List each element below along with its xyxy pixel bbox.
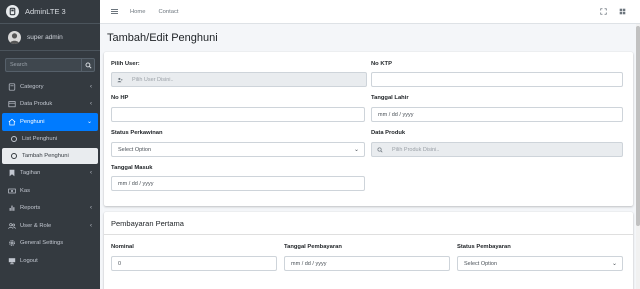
sidebar: AdminLTE 3 super admin Category ‹ Data P…: [0, 0, 100, 289]
data-produk-placeholder: Pilih Produk Disini..: [392, 146, 440, 153]
chevron-left-icon: ‹: [90, 222, 92, 229]
status-pembayaran-value: Select Option: [464, 260, 498, 267]
sidebar-item-tagihan[interactable]: Tagihan ‹: [2, 165, 98, 183]
nominal-label: Nominal: [111, 244, 134, 250]
scrollbar-thumb[interactable]: [636, 26, 640, 226]
no-ktp-label: No KTP: [371, 61, 392, 67]
sidebar-item-logout[interactable]: Logout: [2, 252, 98, 270]
chevron-down-icon: ⌄: [86, 119, 92, 126]
brand-name: AdminLTE 3: [25, 7, 66, 16]
sidebar-item-label: Logout: [20, 257, 38, 264]
status-pembayaran-select[interactable]: Select Option ⌄: [457, 256, 623, 271]
search-icon: [85, 62, 92, 69]
status-perkawinan-value: Select Option: [118, 146, 152, 153]
tanggal-masuk-label: Tanggal Masuk: [111, 165, 153, 171]
penghuni-form-card: Pilih User: Pilih User Disini.. No KTP N…: [104, 52, 633, 206]
tanggal-lahir-placeholder: mm / dd / yyyy: [378, 111, 414, 118]
nav-link-home[interactable]: Home: [130, 9, 145, 15]
sidebar-item-label: List Penghuni: [22, 136, 58, 143]
chevron-left-icon: ‹: [90, 170, 92, 177]
circle-icon: [11, 152, 17, 159]
sidebar-item-label: Penghuni: [20, 118, 45, 125]
circle-icon: [11, 136, 17, 143]
search-icon: [372, 143, 387, 156]
pembayaran-card: Pembayaran Pertama Nominal 0 Tanggal Pem…: [104, 212, 633, 289]
sidebar-nav: Category ‹ Data Produk ‹ Penghuni ⌄ List…: [0, 78, 100, 270]
tanggal-masuk-input[interactable]: mm / dd / yyyy: [111, 176, 365, 191]
nominal-input[interactable]: 0: [111, 256, 277, 271]
sidebar-item-data-produk[interactable]: Data Produk ‹: [2, 96, 98, 114]
tanggal-pembayaran-input[interactable]: mm / dd / yyyy: [284, 256, 450, 271]
sidebar-item-list-penghuni[interactable]: List Penghuni: [2, 132, 98, 148]
bookmark-icon: [7, 169, 16, 178]
brand-logo: [6, 5, 19, 18]
chevron-left-icon: ‹: [90, 101, 92, 108]
tanggal-masuk-placeholder: mm / dd / yyyy: [118, 180, 154, 187]
tag-icon: [7, 82, 16, 91]
search-button[interactable]: [81, 58, 95, 72]
chart-icon: [7, 204, 16, 213]
status-perkawinan-select[interactable]: Select Option ⌄: [111, 142, 365, 157]
nav-link-contact[interactable]: Contact: [158, 9, 178, 15]
user-name: super admin: [27, 34, 63, 41]
sidebar-item-label: Category: [20, 83, 44, 90]
tanggal-lahir-input[interactable]: mm / dd / yyyy: [371, 107, 623, 122]
user-panel[interactable]: super admin: [0, 25, 100, 51]
pilih-user-label: Pilih User:: [111, 61, 140, 67]
sidebar-item-label: Tagihan: [20, 170, 41, 177]
sidebar-item-general-settings[interactable]: General Settings: [2, 235, 98, 253]
home-icon: [7, 117, 16, 126]
chevron-left-icon: ‹: [90, 83, 92, 90]
navbar-right: [600, 8, 626, 15]
tanggal-pembayaran-label: Tanggal Pembayaran: [284, 244, 342, 250]
fullscreen-icon[interactable]: [600, 8, 607, 15]
sidebar-item-label: Data Produk: [20, 101, 53, 108]
tanggal-lahir-label: Tanggal Lahir: [371, 95, 409, 101]
sidebar-item-label: User & Role: [20, 222, 52, 229]
sidebar-item-user-role[interactable]: User & Role ‹: [2, 217, 98, 235]
money-icon: [7, 186, 16, 195]
chevron-down-icon: ⌄: [353, 147, 359, 153]
sidebar-item-penghuni[interactable]: Penghuni ⌄: [2, 113, 98, 131]
sidebar-item-label: Kas: [20, 187, 30, 194]
box-icon: [7, 100, 16, 109]
sidebar-item-label: Reports: [20, 205, 41, 212]
no-ktp-input[interactable]: [371, 72, 623, 87]
pilih-user-select[interactable]: Pilih User Disini..: [111, 72, 367, 87]
top-navbar: Home Contact: [100, 0, 640, 24]
chevron-left-icon: ‹: [90, 205, 92, 212]
pilih-user-placeholder: Pilih User Disini..: [132, 76, 174, 83]
sidebar-search: [5, 58, 95, 72]
status-perkawinan-label: Status Perkawinan: [111, 130, 163, 136]
gear-icon: [7, 239, 16, 248]
logout-icon: [7, 256, 16, 265]
data-produk-select[interactable]: Pilih Produk Disini..: [371, 142, 623, 157]
chevron-down-icon: ⌄: [611, 261, 617, 267]
no-hp-label: No HP: [111, 95, 129, 101]
data-produk-label: Data Produk: [371, 130, 406, 136]
sidebar-item-label: Tambah Penghuni: [22, 152, 69, 159]
page-title: Tambah/Edit Penghuni: [107, 32, 218, 44]
hamburger-menu-icon[interactable]: [111, 8, 118, 15]
no-hp-input[interactable]: [111, 107, 365, 122]
grid-icon[interactable]: [619, 8, 626, 15]
sidebar-search-input[interactable]: [5, 58, 81, 72]
status-pembayaran-label: Status Pembayaran: [457, 244, 511, 250]
avatar: [8, 31, 21, 44]
user-add-icon: [112, 73, 127, 86]
sidebar-item-kas[interactable]: Kas: [2, 182, 98, 200]
sidebar-item-reports[interactable]: Reports ‹: [2, 200, 98, 218]
pembayaran-card-title: Pembayaran Pertama: [104, 212, 633, 235]
brand[interactable]: AdminLTE 3: [0, 0, 100, 24]
sidebar-item-category[interactable]: Category ‹: [2, 78, 98, 96]
users-icon: [7, 221, 16, 230]
tanggal-pembayaran-placeholder: mm / dd / yyyy: [291, 260, 327, 267]
nominal-value: 0: [118, 260, 122, 267]
sidebar-item-label: General Settings: [20, 240, 64, 247]
sidebar-item-tambah-penghuni[interactable]: Tambah Penghuni: [2, 148, 98, 164]
